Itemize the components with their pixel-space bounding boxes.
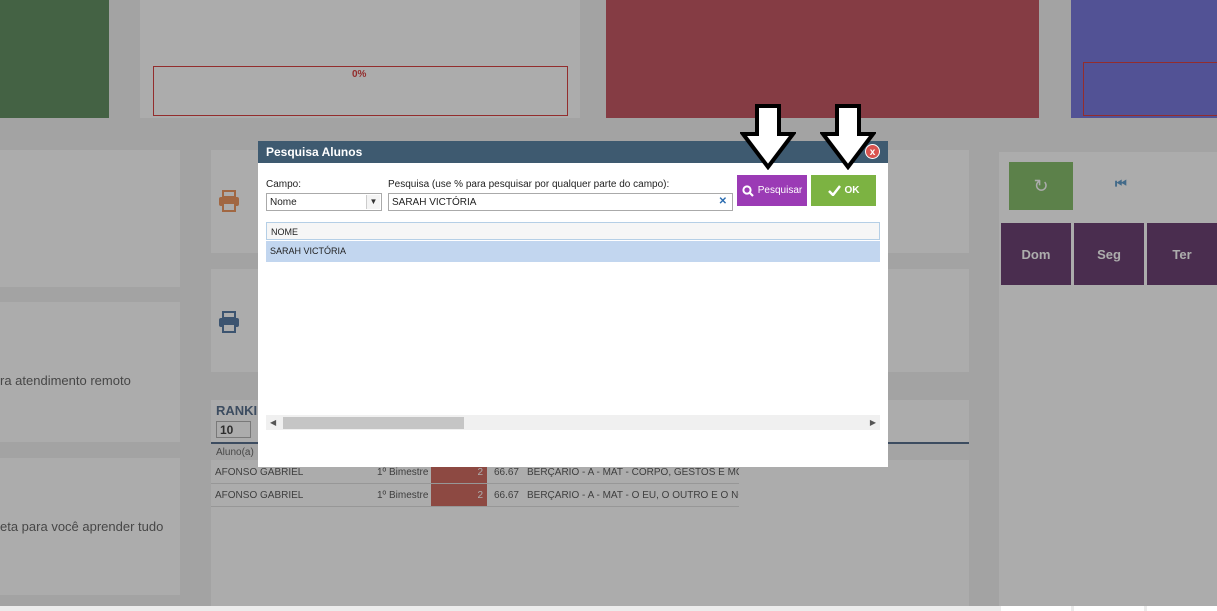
ok-button-label: OK: [844, 185, 860, 196]
scroll-left-icon[interactable]: ◀: [270, 418, 276, 427]
ok-button[interactable]: OK: [811, 175, 876, 206]
search-label: Pesquisa (use % para pesquisar por qualq…: [388, 179, 670, 190]
scroll-right-icon[interactable]: ▶: [870, 418, 876, 427]
search-icon: [742, 184, 754, 197]
search-button[interactable]: Pesquisar: [737, 175, 807, 206]
scrollbar-thumb[interactable]: [283, 417, 464, 429]
result-row[interactable]: SARAH VICTÓRIA: [266, 241, 880, 262]
check-icon: [827, 185, 841, 196]
campo-label: Campo:: [266, 179, 302, 190]
down-arrow-icon: [820, 104, 876, 170]
campo-select[interactable]: Nome ▼: [266, 193, 382, 211]
search-input[interactable]: SARAH VICTÓRIA ✕: [388, 193, 733, 211]
search-students-dialog: Pesquisa Alunos x Campo: Nome ▼ Pesquisa…: [258, 141, 888, 467]
chevron-down-icon[interactable]: ▼: [366, 195, 380, 209]
down-arrow-icon: [740, 104, 796, 170]
clear-icon[interactable]: ✕: [719, 196, 727, 207]
campo-selected-value: Nome: [270, 197, 297, 208]
results-column-header[interactable]: NOME: [266, 222, 880, 240]
search-value: SARAH VICTÓRIA: [392, 197, 477, 208]
dialog-title: Pesquisa Alunos: [266, 145, 363, 159]
search-button-label: Pesquisar: [757, 185, 803, 196]
horizontal-scrollbar[interactable]: ◀ ▶: [266, 415, 880, 430]
